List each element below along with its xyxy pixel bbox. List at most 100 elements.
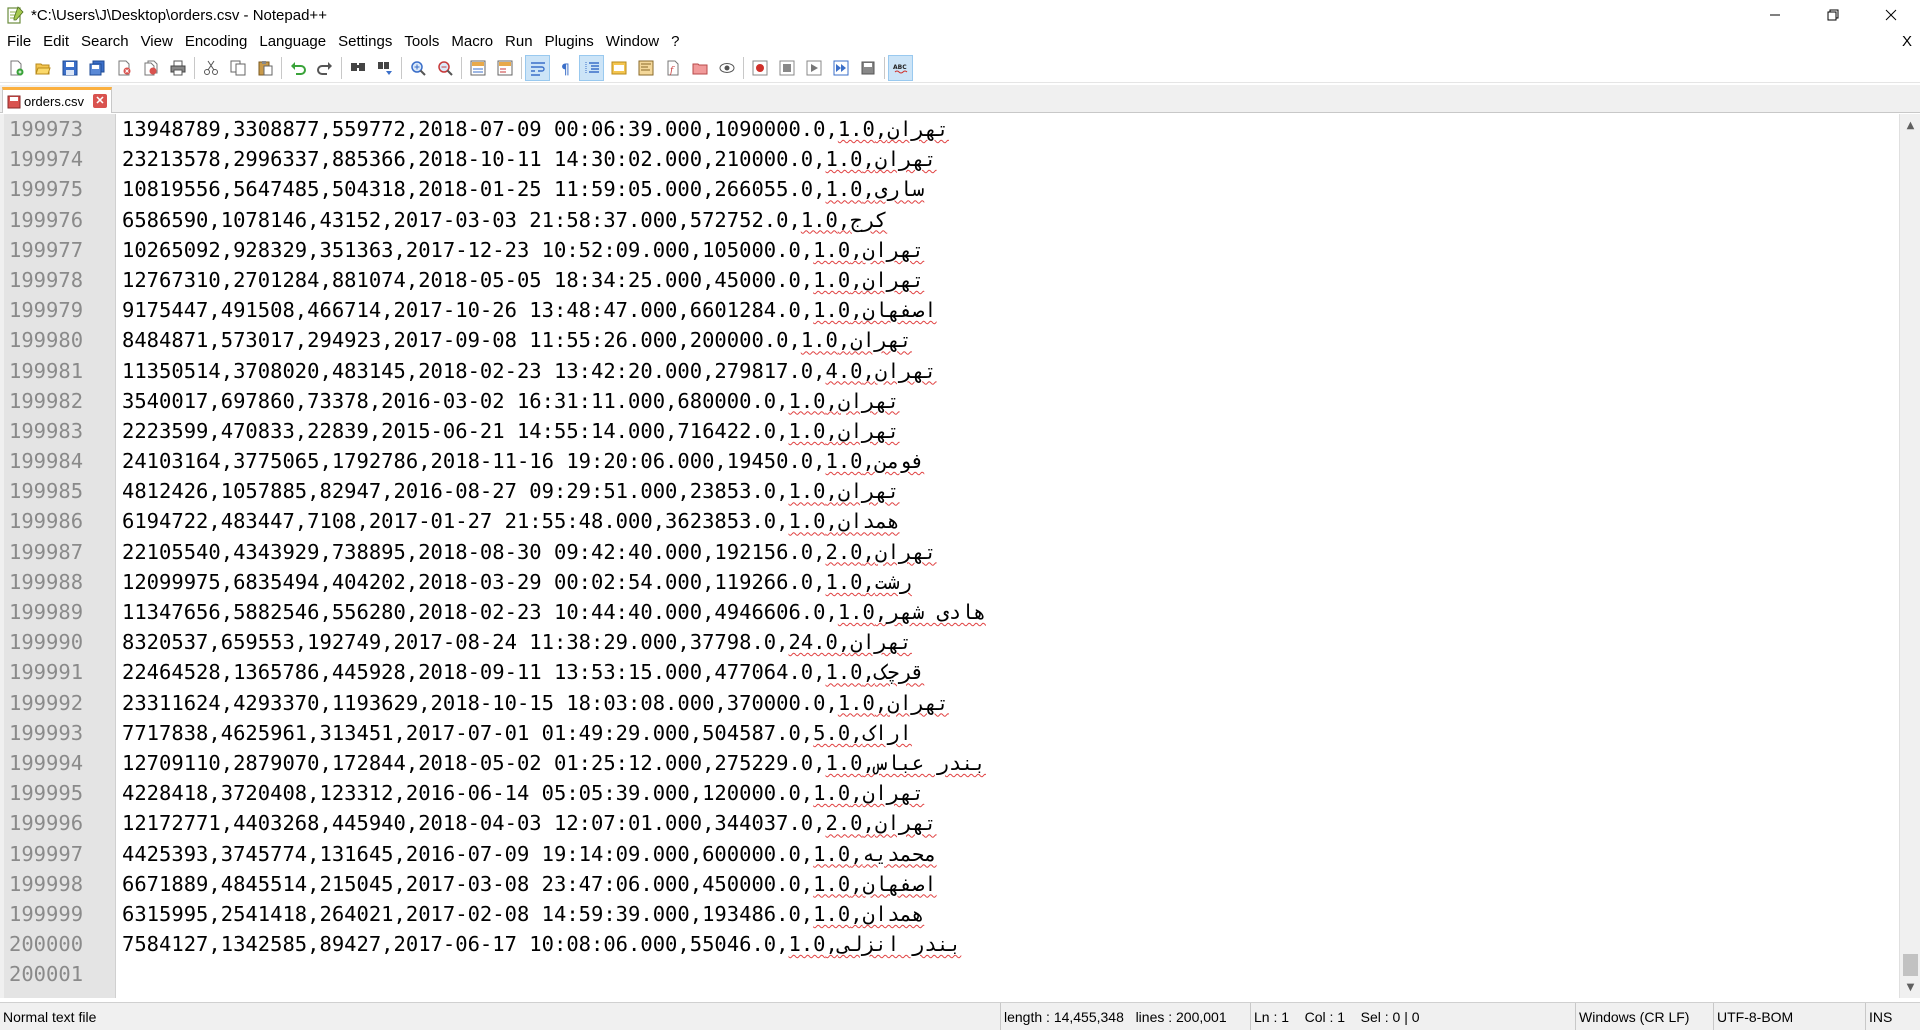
menu-edit[interactable]: Edit <box>37 30 75 53</box>
editor-line[interactable]: 199996 12172771,4403268,445940,2018-04-03… <box>4 808 1884 838</box>
editor-line[interactable]: 200001 <box>4 959 1884 989</box>
close-icon[interactable] <box>112 56 135 80</box>
menu-macro[interactable]: Macro <box>445 30 499 53</box>
notepad-plus-plus-icon[interactable] <box>4 4 26 26</box>
menu-plugins[interactable]: Plugins <box>539 30 600 53</box>
minimize-button[interactable] <box>1746 0 1804 30</box>
editor-line[interactable]: 199994 12709110,2879070,172844,2018-05-02… <box>4 748 1884 778</box>
line-number: 199998 <box>9 871 84 896</box>
menu-tools[interactable]: Tools <box>398 30 445 53</box>
stop-record-icon[interactable] <box>775 56 798 80</box>
editor-line[interactable]: 199993 7717838,4625961,313451,2017-07-01 … <box>4 718 1884 748</box>
new-file-icon[interactable] <box>4 56 27 80</box>
editor-line[interactable]: 199989 11347656,5882546,556280,2018-02-23… <box>4 597 1884 627</box>
tab-close-icon[interactable]: ✕ <box>93 94 107 108</box>
line-number: 199979 <box>9 298 84 323</box>
record-macro-icon[interactable] <box>748 56 771 80</box>
menu-view[interactable]: View <box>135 30 179 53</box>
vertical-scrollbar[interactable]: ▲ ▼ <box>1899 114 1920 998</box>
editor-line[interactable]: 199999 6315995,2541418,264021,2017-02-08 … <box>4 899 1884 929</box>
line-city: ,همدان <box>850 901 925 926</box>
sync-horizontal-icon[interactable] <box>493 56 516 80</box>
line-city: ,ساری <box>862 177 925 202</box>
menu-file[interactable]: File <box>0 30 37 53</box>
cut-icon[interactable] <box>199 56 222 80</box>
status-encoding[interactable]: UTF-8-BOM <box>1713 1003 1865 1030</box>
editor-line[interactable]: 199984 24103164,3775065,1792786,2018-11-1… <box>4 446 1884 476</box>
editor-line[interactable]: 199998 6671889,4845514,215045,2017-03-08 … <box>4 869 1884 899</box>
folder-workspace-icon[interactable] <box>688 56 711 80</box>
save-all-icon[interactable] <box>85 56 108 80</box>
editor-line[interactable]: 199980 8484871,573017,294923,2017-09-08 1… <box>4 325 1884 355</box>
save-macro-icon[interactable] <box>856 56 879 80</box>
editor-line[interactable]: 199978 12767310,2701284,881074,2018-05-05… <box>4 265 1884 295</box>
language-define-icon[interactable] <box>607 56 630 80</box>
menu-help[interactable]: ? <box>665 30 685 53</box>
line-text: 23311624,4293370,1193629,2018-10-15 18:0… <box>116 688 949 718</box>
open-file-icon[interactable] <box>31 56 54 80</box>
close-document-button[interactable]: X <box>1902 30 1912 53</box>
paste-icon[interactable] <box>253 56 276 80</box>
line-number: 199999 <box>9 901 84 926</box>
editor-line[interactable]: 199973 13948789,3308877,559772,2018-07-09… <box>4 114 1884 144</box>
tab-orders-csv[interactable]: orders.csv ✕ <box>2 87 112 113</box>
status-mode[interactable]: INS <box>1865 1003 1920 1030</box>
scroll-up-icon[interactable]: ▲ <box>1900 116 1920 134</box>
playback-macro-icon[interactable] <box>802 56 825 80</box>
word-wrap-icon[interactable] <box>525 54 550 81</box>
line-quantity: 1.0 <box>788 932 826 957</box>
editor-line[interactable]: 199988 12099975,6835494,404202,2018-03-29… <box>4 567 1884 597</box>
editor-line[interactable]: 199974 23213578,2996337,885366,2018-10-11… <box>4 144 1884 174</box>
zoom-out-icon[interactable] <box>433 56 456 80</box>
line-text: 4812426,1057885,82947,2016-08-27 09:29:5… <box>116 476 900 506</box>
indent-guide-icon[interactable] <box>579 54 604 81</box>
document-map-icon[interactable] <box>634 56 657 80</box>
editor-line[interactable]: 199995 4228418,3720408,123312,2016-06-14 … <box>4 778 1884 808</box>
run-macro-multiple-icon[interactable] <box>829 56 852 80</box>
editor-line[interactable]: 199990 8320537,659553,192749,2017-08-24 1… <box>4 627 1884 657</box>
editor-line[interactable]: 199979 9175447,491508,466714,2017-10-26 1… <box>4 295 1884 325</box>
scroll-down-icon[interactable]: ▼ <box>1900 978 1920 996</box>
function-list-icon[interactable]: f <box>661 56 684 80</box>
status-eol[interactable]: Windows (CR LF) <box>1575 1003 1713 1030</box>
editor-line[interactable]: 199981 11350514,3708020,483145,2018-02-23… <box>4 356 1884 386</box>
menu-settings[interactable]: Settings <box>332 30 398 53</box>
menu-language[interactable]: Language <box>253 30 332 53</box>
window-title: *C:\Users\J\Desktop\orders.csv - Notepad… <box>31 6 327 24</box>
editor-line[interactable]: 199975 10819556,5647485,504318,2018-01-25… <box>4 174 1884 204</box>
close-all-icon[interactable] <box>139 56 162 80</box>
undo-icon[interactable] <box>286 56 309 80</box>
find-icon[interactable] <box>346 56 369 80</box>
editor-line[interactable]: 199997 4425393,3745774,131645,2016-07-09 … <box>4 839 1884 869</box>
editor-line[interactable]: 199983 2223599,470833,22839,2015-06-21 14… <box>4 416 1884 446</box>
scrollbar-thumb[interactable] <box>1903 954 1918 976</box>
replace-icon[interactable] <box>373 56 396 80</box>
editor-line[interactable]: 199977 10265092,928329,351363,2017-12-23 … <box>4 235 1884 265</box>
close-window-button[interactable] <box>1862 0 1920 30</box>
menu-run[interactable]: Run <box>499 30 539 53</box>
editor-line[interactable]: 200000 7584127,1342585,89427,2017-06-17 1… <box>4 929 1884 959</box>
print-icon[interactable] <box>166 56 189 80</box>
show-all-chars-icon[interactable]: ¶ <box>553 56 576 80</box>
monitoring-icon[interactable] <box>715 56 738 80</box>
zoom-in-icon[interactable] <box>406 56 429 80</box>
restore-button[interactable] <box>1804 0 1862 30</box>
editor-line[interactable]: 199986 6194722,483447,7108,2017-01-27 21:… <box>4 506 1884 536</box>
editor-line[interactable]: 199976 6586590,1078146,43152,2017-03-03 2… <box>4 205 1884 235</box>
copy-icon[interactable] <box>226 56 249 80</box>
editor-line[interactable]: 199991 22464528,1365786,445928,2018-09-11… <box>4 657 1884 687</box>
line-city: ,تهران <box>825 388 900 413</box>
sync-vertical-icon[interactable] <box>466 56 489 80</box>
menu-encoding[interactable]: Encoding <box>179 30 254 53</box>
editor-line[interactable]: 199982 3540017,697860,73378,2016-03-02 16… <box>4 386 1884 416</box>
editor-line[interactable]: 199992 23311624,4293370,1193629,2018-10-1… <box>4 688 1884 718</box>
redo-icon[interactable] <box>313 56 336 80</box>
editor-area[interactable]: 199973 13948789,3308877,559772,2018-07-09… <box>0 114 1920 998</box>
save-icon[interactable] <box>58 56 81 80</box>
spell-check-icon[interactable]: ABC <box>888 54 913 81</box>
menu-window[interactable]: Window <box>600 30 665 53</box>
editor-line[interactable]: 199987 22105540,4343929,738895,2018-08-30… <box>4 537 1884 567</box>
menu-search[interactable]: Search <box>75 30 135 53</box>
editor-line[interactable]: 199985 4812426,1057885,82947,2016-08-27 0… <box>4 476 1884 506</box>
line-quantity: 24.0 <box>788 630 838 655</box>
